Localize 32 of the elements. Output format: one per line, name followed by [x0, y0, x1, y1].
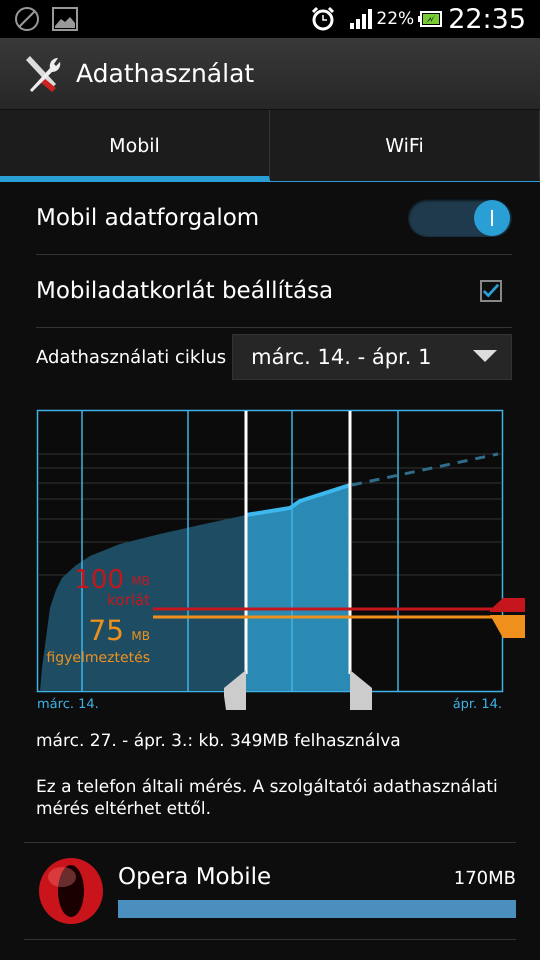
alarm-clock-icon — [310, 6, 336, 32]
image-icon — [52, 7, 78, 31]
limit-handle[interactable] — [153, 598, 525, 612]
battery-charging-icon — [418, 11, 442, 27]
battery-percentage: 22% — [376, 9, 414, 29]
warning-unit: MB — [131, 629, 150, 643]
checkbox[interactable] — [480, 280, 502, 302]
axis-label: márc. 14. — [37, 697, 99, 712]
app-name: Opera Mobile — [118, 864, 272, 890]
signal-icon — [350, 9, 372, 29]
dropdown-arrow-icon — [473, 350, 497, 364]
warning-handle[interactable] — [153, 615, 525, 638]
app-usage: 170MB — [454, 868, 516, 889]
screen-title: Adathasználat — [76, 59, 254, 88]
axis-label: ápr. 14. — [452, 697, 502, 712]
tab[interactable]: Mobil — [0, 110, 270, 181]
setting-label: Mobil adatforgalom — [36, 205, 260, 231]
range-end-handle[interactable] — [348, 411, 372, 710]
range-start-handle[interactable] — [224, 411, 248, 710]
setting-label: Mobiladatkorlát beállítása — [36, 278, 334, 304]
tab[interactable]: WiFi — [270, 110, 540, 181]
usage-summary: márc. 27. - ápr. 3.: kb. 349MB felhasználva — [36, 730, 402, 752]
warning-value: 75 — [88, 614, 124, 647]
limit-label: korlát — [107, 591, 150, 609]
toggle-switch[interactable] — [408, 199, 512, 237]
cycle-dropdown[interactable]: márc. 14. - ápr. 1 — [232, 334, 512, 380]
limit-unit: MB — [131, 574, 150, 588]
cycle-label: Adathasználati ciklus — [36, 346, 226, 368]
app-icon — [38, 857, 104, 925]
measurement-note: Ez a telefon általi mérés. A szolgáltatói adathasználati mérés eltérhet ettől. — [36, 776, 499, 820]
clock: 22:35 — [448, 4, 526, 34]
blocked-icon — [14, 6, 40, 32]
